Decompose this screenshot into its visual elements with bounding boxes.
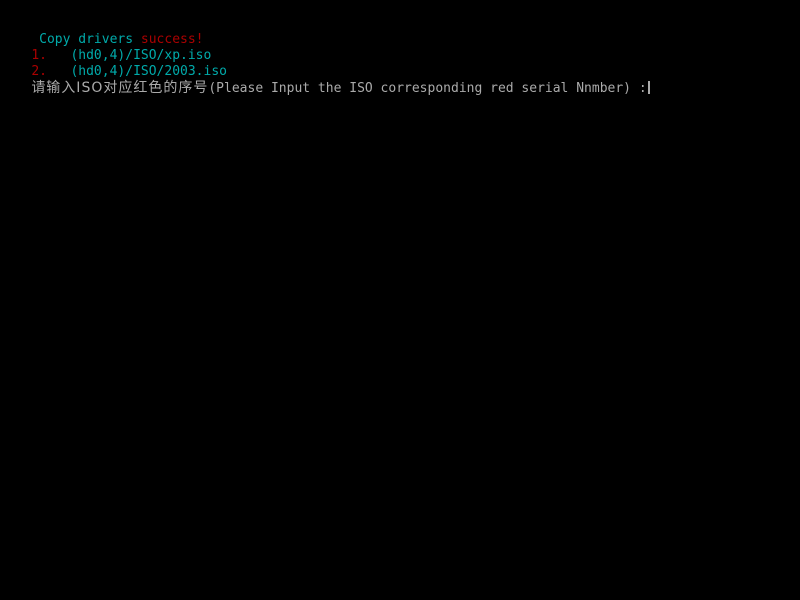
boot-console-screen: Copy drivers success! 1. (hd0,4)/ISO/xp.…: [0, 0, 800, 600]
iso-list-item-2[interactable]: 2. (hd0,4)/ISO/2003.iso: [0, 48, 227, 79]
prompt-text-chinese: 请输入ISO对应红色的序号: [31, 80, 209, 96]
input-prompt-line[interactable]: 请输入ISO对应红色的序号(Please Input the ISO corre…: [0, 64, 650, 96]
prompt-separator: :: [631, 81, 647, 96]
iso-list-item-1[interactable]: 1. (hd0,4)/ISO/xp.iso: [0, 32, 211, 63]
status-line: Copy drivers success!: [0, 16, 203, 47]
prompt-text-english: (Please Input the ISO corresponding red …: [208, 81, 631, 96]
text-cursor-icon: [647, 81, 650, 94]
